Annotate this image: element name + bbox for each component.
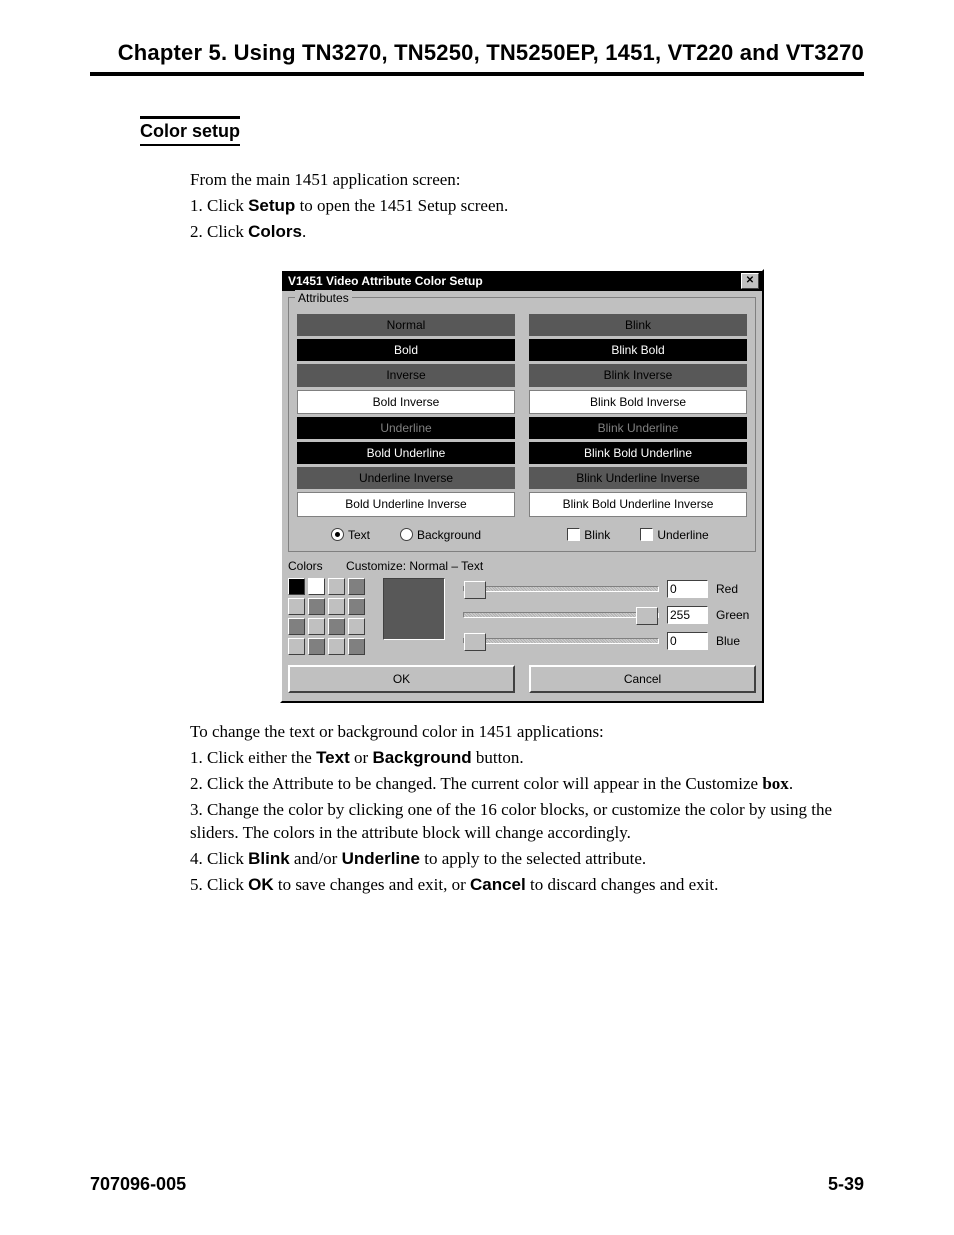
color-swatch[interactable]: [288, 578, 305, 595]
slider-blue[interactable]: [463, 638, 659, 644]
color-swatch[interactable]: [328, 578, 345, 595]
color-swatch[interactable]: [328, 638, 345, 655]
chapter-title: Chapter 5. Using TN3270, TN5250, TN5250E…: [90, 40, 864, 76]
label-blue: Blue: [716, 633, 756, 649]
attributes-groupbox: Attributes Normal Blink Bold Blink Bold …: [288, 297, 756, 552]
intro-step-1: 1. Click Setup to open the 1451 Setup sc…: [190, 195, 854, 218]
slider-green[interactable]: [463, 612, 659, 618]
close-button[interactable]: ✕: [741, 273, 759, 289]
ok-button[interactable]: OK: [288, 665, 515, 693]
color-preview: [383, 578, 445, 640]
input-green[interactable]: [667, 606, 708, 624]
color-swatch[interactable]: [308, 598, 325, 615]
outro-step-1: 1. Click either the Text or Background b…: [190, 747, 854, 770]
outro-step-4: 4. Click Blink and/or Underline to apply…: [190, 848, 854, 871]
attr-blink[interactable]: Blink: [529, 314, 747, 336]
attributes-label: Attributes: [295, 290, 352, 306]
attr-blink-underline[interactable]: Blink Underline: [529, 417, 747, 439]
color-swatch[interactable]: [308, 638, 325, 655]
outro-line: To change the text or background color i…: [190, 721, 854, 744]
intro-line: From the main 1451 application screen:: [190, 169, 854, 192]
color-swatch[interactable]: [288, 598, 305, 615]
input-blue[interactable]: [667, 632, 708, 650]
slider-thumb[interactable]: [464, 581, 486, 599]
dialog-title: V1451 Video Attribute Color Setup: [288, 273, 483, 289]
color-swatch[interactable]: [348, 638, 365, 655]
attr-bold-underline[interactable]: Bold Underline: [297, 442, 515, 464]
outro-step-5: 5. Click OK to save changes and exit, or…: [190, 874, 854, 897]
radio-icon: [400, 528, 413, 541]
attr-blink-inverse[interactable]: Blink Inverse: [529, 364, 747, 386]
input-red[interactable]: [667, 580, 708, 598]
attr-blink-bold-inverse[interactable]: Blink Bold Inverse: [529, 390, 747, 414]
color-swatch[interactable]: [348, 618, 365, 635]
checkbox-icon: [567, 528, 580, 541]
color-swatch[interactable]: [288, 618, 305, 635]
radio-background[interactable]: Background: [400, 527, 481, 543]
label-green: Green: [716, 607, 756, 623]
color-swatch-grid: [288, 578, 365, 655]
slider-thumb[interactable]: [464, 633, 486, 651]
check-blink[interactable]: Blink: [567, 527, 610, 543]
radio-text[interactable]: Text: [331, 527, 370, 543]
customize-label: Customize: Normal – Text: [346, 559, 483, 573]
attr-bold-inverse[interactable]: Bold Inverse: [297, 390, 515, 414]
colors-label: Colors: [288, 559, 323, 573]
attr-inverse[interactable]: Inverse: [297, 364, 515, 386]
color-swatch[interactable]: [348, 598, 365, 615]
attr-normal[interactable]: Normal: [297, 314, 515, 336]
attr-bold-underline-inverse[interactable]: Bold Underline Inverse: [297, 492, 515, 516]
intro-step-2: 2. Click Colors.: [190, 221, 854, 244]
attr-blink-bold-underline[interactable]: Blink Bold Underline: [529, 442, 747, 464]
outro-step-3: 3. Change the color by clicking one of t…: [190, 799, 854, 845]
footer-doc-number: 707096-005: [90, 1174, 186, 1195]
color-swatch[interactable]: [288, 638, 305, 655]
attr-blink-bold[interactable]: Blink Bold: [529, 339, 747, 361]
attr-underline[interactable]: Underline: [297, 417, 515, 439]
slider-red[interactable]: [463, 586, 659, 592]
color-swatch[interactable]: [308, 618, 325, 635]
color-swatch[interactable]: [308, 578, 325, 595]
radio-icon: [331, 528, 344, 541]
section-heading: Color setup: [140, 116, 240, 146]
check-underline[interactable]: Underline: [640, 527, 708, 543]
attr-blink-underline-inverse[interactable]: Blink Underline Inverse: [529, 467, 747, 489]
checkbox-icon: [640, 528, 653, 541]
color-swatch[interactable]: [328, 598, 345, 615]
color-swatch[interactable]: [348, 578, 365, 595]
outro-step-2: 2. Click the Attribute to be changed. Th…: [190, 773, 854, 796]
attr-underline-inverse[interactable]: Underline Inverse: [297, 467, 515, 489]
color-setup-dialog: V1451 Video Attribute Color Setup ✕ Attr…: [280, 269, 764, 703]
label-red: Red: [716, 581, 756, 597]
attr-bold[interactable]: Bold: [297, 339, 515, 361]
slider-thumb[interactable]: [636, 607, 658, 625]
dialog-titlebar: V1451 Video Attribute Color Setup ✕: [282, 271, 762, 291]
cancel-button[interactable]: Cancel: [529, 665, 756, 693]
close-icon: ✕: [746, 274, 754, 288]
attr-blink-bold-underline-inverse[interactable]: Blink Bold Underline Inverse: [529, 492, 747, 516]
color-swatch[interactable]: [328, 618, 345, 635]
footer-page-number: 5-39: [828, 1174, 864, 1195]
